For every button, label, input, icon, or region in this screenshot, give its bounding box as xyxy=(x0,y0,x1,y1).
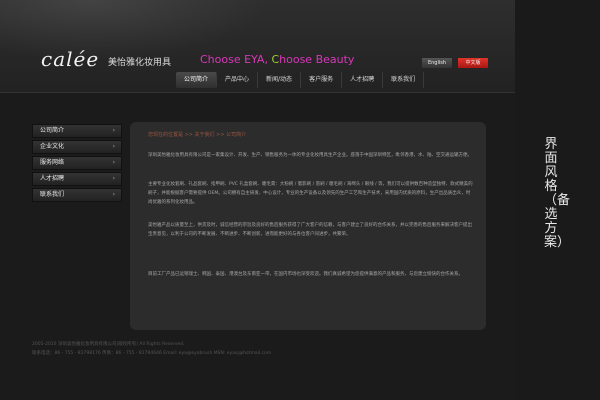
breadcrumb[interactable]: 您现在的位置是 >> 关于我们 >> 公司简介 xyxy=(148,131,246,138)
chevron-right-icon: › xyxy=(112,191,115,198)
chinese-button[interactable]: 中文版 xyxy=(458,58,488,68)
sidebar-item-label: 公司简介 xyxy=(40,127,65,134)
contact-info: 联系电话：86 - 755 - 81798176 传真：86 - 755 - 8… xyxy=(32,351,272,356)
slogan-part-1: Choose EYA, xyxy=(200,53,272,66)
content-paragraph: 深圳美怡雅化妆用具有限公司是一家集设计、开发、生产、销售服务为一体的专业化妆用具… xyxy=(148,153,472,158)
sidebar-item-about[interactable]: 公司简介 › xyxy=(32,124,122,138)
content-paragraph: 主要专业化妆套刷、礼品套刷、指甲刷、PVC 礼盒套刷、睫毛膏：大粉刷 / 腮影刷… xyxy=(148,182,473,205)
website-mockup: calée 美怡雅化妆用具 Choose EYA, Choose Beauty … xyxy=(0,0,515,400)
sidebar-item-label: 人才招聘 xyxy=(40,175,65,182)
site-footer: 2005-2010 深圳美怡雅化妆用具有限公司(版权所有) All Rights… xyxy=(32,340,271,358)
sidebar-item-contact[interactable]: 联系我们 › xyxy=(32,188,122,202)
sidebar-item-label: 联系我们 xyxy=(40,191,65,198)
slogan: Choose EYA, Choose Beauty xyxy=(200,53,354,66)
content-panel: 您现在的位置是 >> 关于我们 >> 公司简介 深圳美怡雅化妆用具有限公司是一家… xyxy=(130,122,486,330)
side-title: 界面风格（备选方案） xyxy=(544,137,571,250)
sidebar-item-label: 企业文化 xyxy=(40,143,65,150)
site-logo[interactable]: calée xyxy=(41,47,99,71)
content-paragraph: 美怡雅产品以质量至上，供货及时，诚信经营的宗旨及良好的售后服务获得了广大客户的信… xyxy=(148,223,472,237)
sidebar-item-careers[interactable]: 人才招聘 › xyxy=(32,172,122,186)
chevron-right-icon: › xyxy=(112,127,115,134)
nav-item-products[interactable]: 产品中心 xyxy=(217,72,259,88)
sidebar: 公司简介 › 企业文化 › 服务网络 › 人才招聘 › 联系我们 › xyxy=(32,124,122,204)
header-divider xyxy=(0,92,515,93)
content-paragraph: 目前工厂产品已远销瑞士、韩国、泰国、港澳台及东南亚一带，在国内市场也深受欢迎。我… xyxy=(148,272,463,277)
nav-item-careers[interactable]: 人才招聘 xyxy=(342,72,384,88)
nav-item-about[interactable]: 公司简介 xyxy=(176,72,218,88)
nav-item-service[interactable]: 客户服务 xyxy=(301,72,343,88)
slogan-part-3: hoose Beauty xyxy=(279,53,355,66)
slogan-part-2: C xyxy=(271,53,280,66)
copyright-text: 2005-2010 深圳美怡雅化妆用具有限公司(版权所有) All Rights… xyxy=(32,342,185,347)
sidebar-item-culture[interactable]: 企业文化 › xyxy=(32,140,122,154)
nav-item-news[interactable]: 新闻/动态 xyxy=(258,72,302,88)
main-nav: 公司简介 产品中心 新闻/动态 客户服务 人才招聘 联系我们 xyxy=(176,72,425,90)
brand-name: 美怡雅化妆用具 xyxy=(108,58,172,68)
sidebar-item-label: 服务网络 xyxy=(40,159,65,166)
chevron-right-icon: › xyxy=(112,143,115,150)
sidebar-item-network[interactable]: 服务网络 › xyxy=(32,156,122,170)
english-button[interactable]: English xyxy=(422,58,452,68)
nav-item-contact[interactable]: 联系我们 xyxy=(383,72,425,88)
chevron-right-icon: › xyxy=(112,175,115,182)
chevron-right-icon: › xyxy=(112,159,115,166)
